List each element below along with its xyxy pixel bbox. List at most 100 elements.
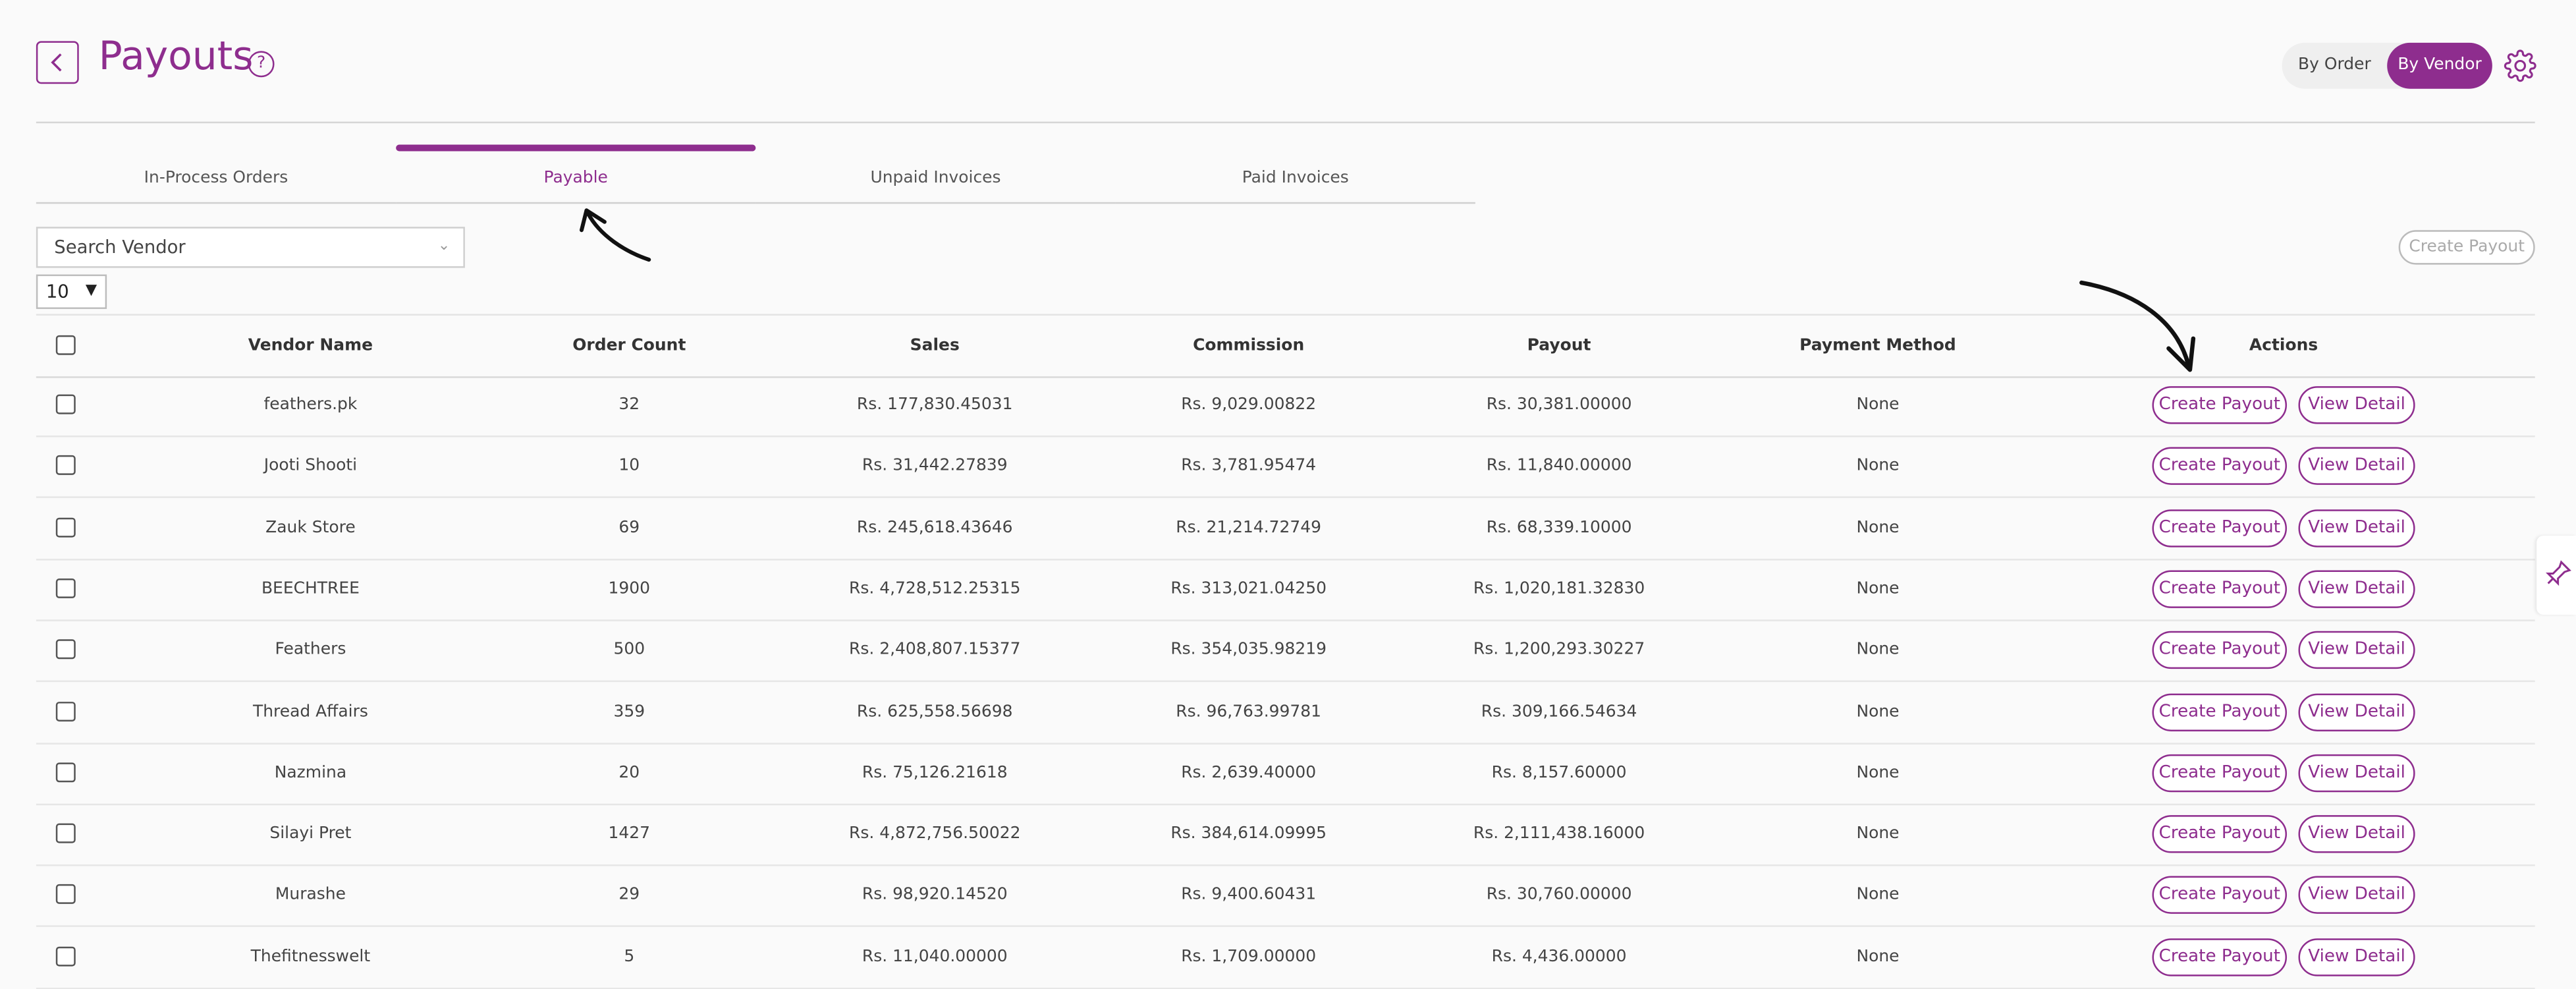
search-vendor-select[interactable]: Search Vendor ⌄ [36, 227, 465, 268]
create-payout-button[interactable]: Create Payout [2152, 447, 2288, 486]
tab-paid-invoices[interactable]: Paid Invoices [1115, 144, 1475, 204]
cell-vendor-name: Feathers [275, 641, 346, 660]
view-detail-button[interactable]: View Detail [2298, 754, 2415, 792]
table-row: Jooti Shooti 10 Rs. 31,442.27839 Rs. 3,781.… [36, 436, 2535, 499]
cell-order-count: 20 [618, 764, 640, 782]
pin-icon [2546, 560, 2571, 586]
chevron-left-icon [51, 53, 62, 72]
table-row: Thefitnesswelt 5 Rs. 11,040.00000 Rs. 1,709… [36, 926, 2535, 989]
page-size-select[interactable]: 10 ▼ [36, 274, 107, 309]
create-payout-button[interactable]: Create Payout [2152, 631, 2288, 669]
cell-vendor-name: BEECHTREE [261, 580, 360, 598]
cell-vendor-name: Nazmina [274, 764, 347, 782]
cell-payout: Rs. 1,200,293.30227 [1473, 641, 1645, 660]
view-detail-button[interactable]: View Detail [2298, 876, 2415, 915]
row-checkbox[interactable] [55, 517, 76, 537]
cell-vendor-name: Thread Affairs [252, 702, 368, 721]
row-checkbox[interactable] [55, 394, 76, 414]
side-widget-tab[interactable] [2536, 536, 2576, 615]
row-checkbox[interactable] [55, 455, 76, 476]
cell-sales: Rs. 31,442.27839 [862, 457, 1008, 476]
cell-sales: Rs. 98,920.14520 [862, 886, 1008, 905]
create-payout-button[interactable]: Create Payout [2152, 509, 2288, 547]
tab-unpaid-invoices[interactable]: Unpaid Invoices [755, 144, 1116, 204]
toggle-by-order[interactable]: By Order [2282, 43, 2388, 89]
create-payout-button[interactable]: Create Payout [2152, 386, 2288, 424]
payouts-page: Payouts ? By Order By Vendor In-Process … [0, 0, 2576, 989]
cell-order-count: 5 [624, 947, 635, 966]
cell-payout: Rs. 1,020,181.32830 [1473, 580, 1645, 598]
cell-payment-method: None [1856, 947, 1900, 966]
tab-bar: In-Process Orders Payable Unpaid Invoice… [36, 144, 1477, 204]
cell-commission: Rs. 2,639.40000 [1181, 764, 1317, 782]
back-button[interactable] [36, 41, 79, 84]
page-canvas: Payouts ? By Order By Vendor In-Process … [0, 0, 2576, 989]
table-row: BEECHTREE 1900 Rs. 4,728,512.25315 Rs. 313,… [36, 559, 2535, 621]
table-row: feathers.pk 32 Rs. 177,830.45031 Rs. 9,029.… [36, 375, 2535, 438]
cell-vendor-name: Murashe [275, 886, 346, 905]
tab-payable[interactable]: Payable [396, 144, 756, 204]
cell-commission: Rs. 9,400.60431 [1181, 886, 1317, 905]
cell-order-count: 359 [613, 702, 645, 721]
toggle-by-vendor[interactable]: By Vendor [2387, 42, 2492, 89]
create-payout-button[interactable]: Create Payout [2152, 815, 2288, 853]
cell-sales: Rs. 75,126.21618 [862, 764, 1008, 782]
caret-down-icon: ▼ [85, 283, 97, 299]
create-payout-button[interactable]: Create Payout [2152, 938, 2288, 976]
row-checkbox[interactable] [55, 884, 76, 905]
cell-commission: Rs. 1,709.00000 [1181, 947, 1317, 966]
chevron-down-icon: ⌄ [437, 238, 451, 255]
create-payout-button[interactable]: Create Payout [2152, 570, 2288, 608]
cell-payment-method: None [1856, 886, 1900, 905]
select-all-checkbox[interactable] [55, 335, 76, 355]
cell-vendor-name: Thefitnesswelt [250, 947, 371, 966]
col-payment-method: Payment Method [1799, 337, 1956, 355]
table-header: Vendor Name Order Count Sales Commission… [36, 314, 2535, 378]
table-row: Silayi Pret 1427 Rs. 4,872,756.50022 Rs. 38… [36, 804, 2535, 866]
col-vendor-name: Vendor Name [248, 337, 373, 355]
create-payout-button[interactable]: Create Payout [2152, 754, 2288, 792]
view-toggle: By Order By Vendor [2282, 42, 2492, 89]
help-icon[interactable]: ? [248, 51, 275, 78]
row-checkbox[interactable] [55, 762, 76, 782]
row-checkbox[interactable] [55, 639, 76, 660]
cell-payout: Rs. 30,381.00000 [1486, 396, 1632, 414]
create-payout-toolbar-button[interactable]: Create Payout [2398, 230, 2535, 265]
cell-payout: Rs. 2,111,438.16000 [1473, 825, 1645, 843]
cell-vendor-name: Zauk Store [265, 519, 356, 537]
cell-sales: Rs. 625,558.56698 [856, 702, 1013, 721]
view-detail-button[interactable]: View Detail [2298, 447, 2415, 486]
cell-order-count: 32 [618, 396, 640, 414]
create-payout-button[interactable]: Create Payout [2152, 692, 2288, 731]
gear-icon[interactable] [2504, 49, 2536, 82]
cell-payment-method: None [1856, 580, 1900, 598]
row-checkbox[interactable] [55, 823, 76, 843]
create-payout-button[interactable]: Create Payout [2152, 876, 2288, 915]
tab-in-process-orders[interactable]: In-Process Orders [36, 144, 397, 204]
cell-vendor-name: Silayi Pret [269, 825, 352, 843]
table-row: Zauk Store 69 Rs. 245,618.43646 Rs. 21,214.… [36, 497, 2535, 560]
view-detail-button[interactable]: View Detail [2298, 386, 2415, 424]
cell-payout: Rs. 11,840.00000 [1486, 457, 1632, 476]
cell-vendor-name: feathers.pk [263, 396, 358, 414]
row-checkbox[interactable] [55, 946, 76, 966]
view-detail-button[interactable]: View Detail [2298, 631, 2415, 669]
cell-order-count: 29 [618, 886, 640, 905]
view-detail-button[interactable]: View Detail [2298, 938, 2415, 976]
cell-order-count: 10 [618, 457, 640, 476]
cell-commission: Rs. 9,029.00822 [1181, 396, 1317, 414]
cell-vendor-name: Jooti Shooti [263, 457, 358, 476]
view-detail-button[interactable]: View Detail [2298, 815, 2415, 853]
cell-sales: Rs. 177,830.45031 [856, 396, 1013, 414]
view-detail-button[interactable]: View Detail [2298, 570, 2415, 608]
view-detail-button[interactable]: View Detail [2298, 692, 2415, 731]
cell-order-count: 69 [618, 519, 640, 537]
row-checkbox[interactable] [55, 578, 76, 598]
cell-order-count: 1427 [608, 825, 651, 843]
view-detail-button[interactable]: View Detail [2298, 509, 2415, 547]
cell-payment-method: None [1856, 519, 1900, 537]
cell-payment-method: None [1856, 641, 1900, 660]
row-checkbox[interactable] [55, 700, 76, 721]
col-commission: Commission [1193, 337, 1305, 355]
cell-payout: Rs. 4,436.00000 [1491, 947, 1627, 966]
